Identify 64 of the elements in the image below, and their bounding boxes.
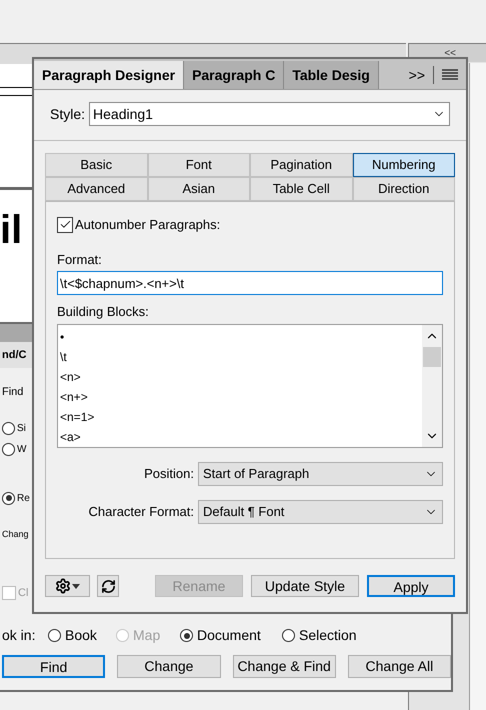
property-tab[interactable]: Asian (148, 177, 250, 201)
menu-icon[interactable] (442, 69, 458, 81)
dialog-button[interactable]: Find (2, 655, 106, 678)
refresh-icon (100, 578, 116, 594)
radio-label: Document (197, 626, 261, 645)
list-item[interactable]: • (60, 328, 420, 344)
radio-label: Map (133, 626, 160, 645)
checkbox[interactable] (2, 586, 16, 600)
option-label: Si (17, 422, 26, 436)
property-tab[interactable]: Table Cell (250, 177, 352, 201)
format-field[interactable]: \t<$chapnum>.<n+>\t (57, 271, 443, 295)
caret-icon (72, 584, 80, 588)
dialog-button[interactable]: Change (117, 655, 221, 678)
scrollbar[interactable] (422, 324, 442, 446)
field-label: Position: (143, 464, 195, 483)
property-tab[interactable]: Pagination (250, 153, 352, 177)
radio-button[interactable] (48, 629, 61, 642)
change-label: Chang (2, 528, 29, 541)
list-item[interactable]: <a> (60, 428, 420, 444)
look-in-label: ok in: (2, 626, 36, 645)
option-label: Re (17, 492, 30, 506)
radio-button[interactable] (2, 442, 15, 456)
panel-tab[interactable]: Table Desig (284, 61, 379, 89)
radio-button[interactable] (282, 629, 295, 642)
heading-text: il (0, 208, 22, 252)
panel-tab[interactable]: Paragraph Designer (34, 61, 184, 89)
radio-label: Book (65, 626, 97, 645)
field-label: Character Format: (88, 502, 195, 521)
list-item[interactable]: <n+> (60, 388, 420, 404)
settings-menu-button[interactable] (45, 575, 90, 597)
collapse-button[interactable]: << (444, 46, 456, 60)
character-format-dropdown[interactable]: Default ¶ Font (198, 500, 443, 524)
property-tab[interactable]: Numbering (352, 153, 455, 177)
dialog-button[interactable]: Change All (348, 655, 451, 678)
property-tab[interactable]: Advanced (45, 177, 148, 201)
find-label: Find (2, 385, 24, 400)
radio-button[interactable] (2, 422, 15, 434)
style-dropdown[interactable]: Heading1 (89, 102, 450, 126)
option-label: W (17, 442, 26, 456)
checkbox-label: Cl (18, 586, 28, 601)
radio-button[interactable] (180, 629, 193, 642)
property-tab[interactable]: Basic (45, 153, 148, 177)
designer-button[interactable]: Apply (367, 575, 455, 597)
radio-label: Selection (299, 626, 357, 645)
designer-button[interactable]: Update Style (251, 575, 359, 597)
property-tab[interactable]: Font (148, 153, 250, 177)
style-label: Style: (50, 104, 86, 124)
format-label: Format: (57, 250, 103, 268)
property-tab[interactable]: Direction (352, 177, 455, 201)
list-item[interactable]: \t (60, 348, 420, 364)
radio-button[interactable] (2, 492, 15, 504)
position-dropdown[interactable]: Start of Paragraph (198, 462, 443, 486)
panel-tab[interactable]: Paragraph C (184, 61, 284, 89)
checkbox-label: Autonumber Paragraphs: (75, 216, 220, 234)
overflow-button[interactable]: >> (408, 64, 425, 86)
settings-icon (55, 578, 71, 594)
building-blocks-label: Building Blocks: (57, 303, 150, 321)
list-item[interactable]: <n=1> (60, 408, 420, 424)
list-item[interactable]: <n> (60, 368, 420, 384)
refresh-button[interactable] (97, 575, 119, 597)
checkbox[interactable] (57, 216, 73, 233)
scrollbar-thumb[interactable] (423, 346, 441, 366)
dialog-title: nd/C (2, 348, 26, 363)
dialog-button[interactable]: Change & Find (232, 655, 336, 678)
